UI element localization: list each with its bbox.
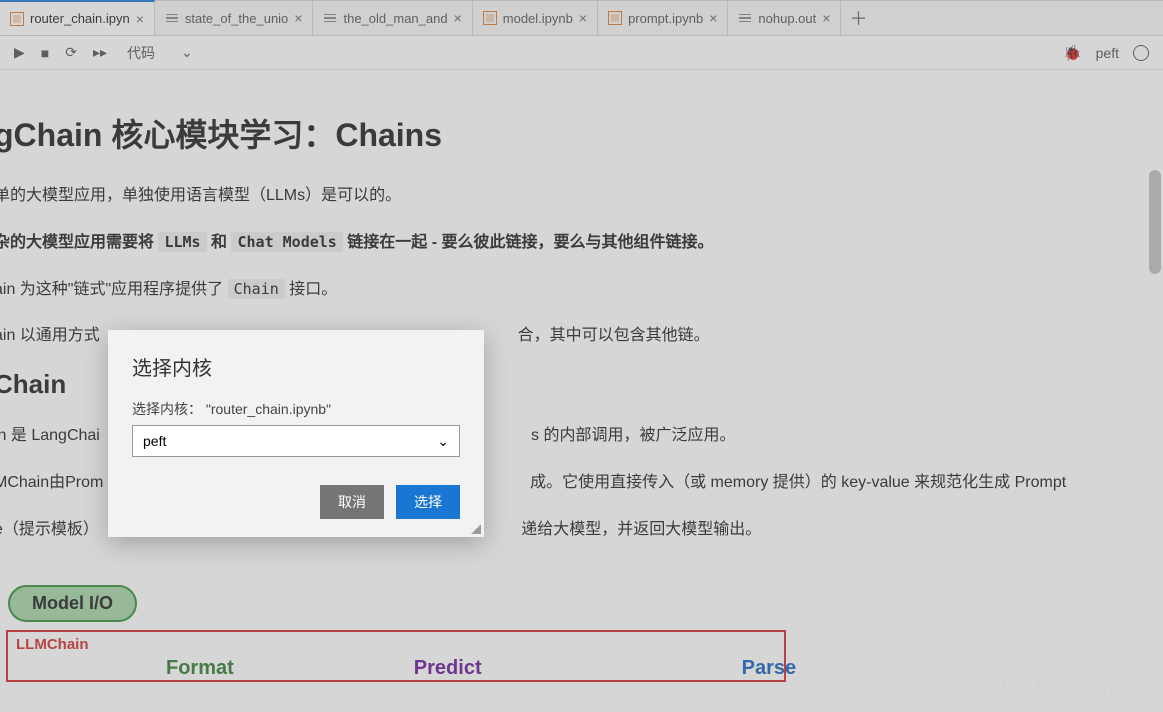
chevron-down-icon: ⌄: [437, 433, 449, 450]
select-kernel-dialog: 选择内核 选择内核： "router_chain.ipynb" peft ⌄ 取…: [108, 330, 484, 537]
kernel-select[interactable]: peft ⌄: [132, 425, 460, 457]
dialog-title: 选择内核: [132, 352, 460, 381]
dialog-label: 选择内核： "router_chain.ipynb": [132, 399, 460, 419]
kernel-selected-value: peft: [143, 433, 166, 449]
resize-grip-icon[interactable]: [471, 524, 481, 534]
select-button[interactable]: 选择: [396, 485, 460, 519]
cancel-button[interactable]: 取消: [320, 485, 384, 519]
